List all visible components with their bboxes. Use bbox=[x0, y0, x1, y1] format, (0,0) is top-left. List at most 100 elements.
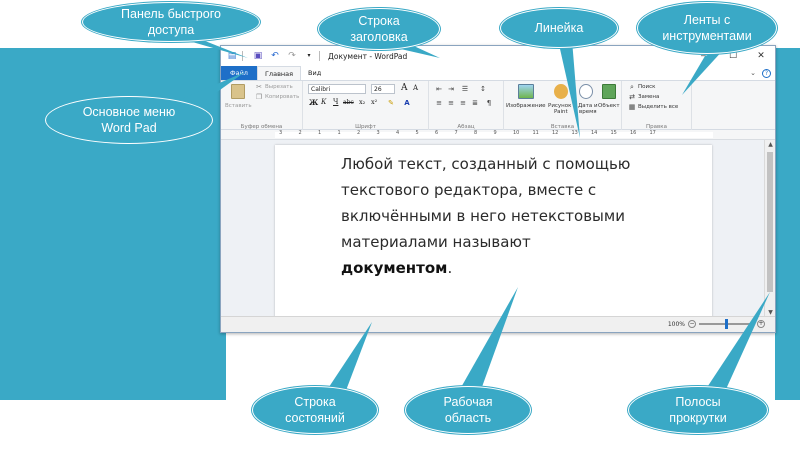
document-line: текстового редактора, вместе с bbox=[341, 181, 597, 199]
replace-button[interactable]: Замена bbox=[638, 94, 659, 100]
justify-icon[interactable]: ≣ bbox=[471, 99, 479, 107]
bold-word: документом bbox=[341, 259, 448, 277]
close-button[interactable]: ✕ bbox=[747, 46, 775, 66]
align-left-icon[interactable]: ≡ bbox=[435, 99, 443, 107]
teal-background-right bbox=[775, 48, 800, 400]
callout-ruler: Линейка bbox=[500, 8, 618, 48]
vertical-scrollbar[interactable]: ▲ ▼ bbox=[764, 140, 775, 318]
ruler-number: 6 bbox=[435, 130, 439, 136]
zoom-control: 100% − + bbox=[667, 319, 765, 329]
customize-quick-access-icon[interactable]: ▾ bbox=[303, 50, 315, 62]
copy-icon[interactable]: ❐ bbox=[255, 93, 263, 101]
replace-icon[interactable]: ⇄ bbox=[628, 93, 636, 101]
strikethrough-button[interactable]: abc bbox=[343, 99, 354, 106]
scroll-up-icon[interactable]: ▲ bbox=[765, 140, 775, 150]
line-spacing-icon[interactable]: ↕ bbox=[479, 85, 487, 93]
paint-drawing-sub: Paint bbox=[554, 109, 568, 115]
document-page[interactable]: Любой текст, созданный с помощью текстов… bbox=[275, 145, 712, 325]
copy-button[interactable]: Копировать bbox=[265, 94, 299, 100]
undo-icon[interactable]: ↶ bbox=[269, 50, 281, 62]
subscript-button[interactable]: x₂ bbox=[359, 98, 365, 106]
superscript-button[interactable]: x² bbox=[371, 98, 377, 106]
select-all-icon[interactable]: ▦ bbox=[628, 103, 636, 111]
tab-bar-right: ⌄ ? bbox=[750, 66, 775, 80]
redo-icon[interactable]: ↷ bbox=[286, 50, 298, 62]
ruler-number: 3 bbox=[376, 130, 380, 136]
ruler-number: 13 bbox=[571, 130, 578, 136]
collapse-ribbon-icon[interactable]: ⌄ bbox=[750, 69, 756, 77]
underline-button[interactable]: Ч bbox=[333, 98, 338, 106]
zoom-in-button[interactable]: + bbox=[757, 320, 765, 328]
zoom-slider[interactable] bbox=[699, 319, 754, 329]
callout-scrollbars: Полосы прокрутки bbox=[628, 386, 768, 434]
ruler-number: 17 bbox=[649, 130, 656, 136]
tab-file[interactable]: Файл bbox=[221, 66, 257, 80]
app-icon: ▤ bbox=[227, 50, 237, 61]
font-group: Calibri 26 A A Ж К Ч abc x₂ x² ✎ A Шрифт bbox=[303, 81, 429, 131]
ruler-number: 4 bbox=[396, 130, 400, 136]
datetime-sub: время bbox=[579, 109, 597, 115]
ruler-number: 1 bbox=[318, 130, 322, 136]
ruler-number: 12 bbox=[552, 130, 559, 136]
grow-font-button[interactable]: A bbox=[401, 83, 408, 93]
callout-main-menu: Основное меню Word Pad bbox=[45, 96, 213, 144]
callout-status-bar: Строка состояний bbox=[252, 386, 378, 434]
save-icon[interactable]: ▣ bbox=[252, 50, 264, 62]
tab-view[interactable]: Вид bbox=[301, 66, 328, 80]
align-center-icon[interactable]: ≡ bbox=[447, 99, 455, 107]
shrink-font-button[interactable]: A bbox=[413, 84, 418, 92]
cut-icon[interactable]: ✂ bbox=[255, 83, 263, 91]
ruler-number: 9 bbox=[493, 130, 497, 136]
editing-group: ⌕ Поиск ⇄ Замена ▦ Выделить все Правка bbox=[622, 81, 692, 131]
select-all-button[interactable]: Выделить все bbox=[638, 104, 678, 110]
callout-work-area: Рабочая область bbox=[405, 386, 531, 434]
object-button[interactable]: Объект bbox=[598, 103, 620, 109]
datetime-icon[interactable] bbox=[579, 84, 593, 99]
font-family-select[interactable]: Calibri bbox=[308, 84, 366, 94]
ruler-number: 2 bbox=[298, 130, 302, 136]
find-icon[interactable]: ⌕ bbox=[628, 83, 636, 91]
ruler-number: 8 bbox=[474, 130, 478, 136]
increase-indent-icon[interactable]: ⇥ bbox=[447, 85, 455, 93]
ruler[interactable]: 3 2 1 1 2 3 4 5 6 7 8 9 10 11 12 13 14 15 16 17 bbox=[221, 130, 775, 140]
zoom-out-button[interactable]: − bbox=[688, 320, 696, 328]
object-icon[interactable] bbox=[602, 84, 616, 99]
paragraph-group: ⇤ ⇥ ☰ ↕ ≡ ≡ ≡ ≣ ¶ Абзац bbox=[429, 81, 504, 131]
zoom-level: 100% bbox=[667, 320, 685, 328]
period: . bbox=[447, 259, 453, 277]
paste-icon[interactable] bbox=[231, 84, 245, 99]
align-right-icon[interactable]: ≡ bbox=[459, 99, 467, 107]
ruler-number: 1 bbox=[337, 130, 341, 136]
ruler-number: 2 bbox=[357, 130, 361, 136]
ruler-number: 5 bbox=[415, 130, 419, 136]
callout-quick-access: Панель быстрого доступа bbox=[82, 2, 260, 42]
italic-button[interactable]: К bbox=[321, 98, 326, 106]
highlight-icon[interactable]: ✎ bbox=[387, 99, 395, 107]
zoom-slider-knob[interactable] bbox=[725, 319, 728, 329]
tab-home[interactable]: Главная bbox=[256, 66, 302, 80]
insert-group: Изображение Рисунок Paint Дата и время О… bbox=[504, 81, 622, 131]
bullets-icon[interactable]: ☰ bbox=[461, 85, 469, 93]
ruler-number: 15 bbox=[610, 130, 617, 136]
font-size-select[interactable]: 26 bbox=[371, 84, 395, 94]
paste-button[interactable]: Вставить bbox=[225, 103, 252, 109]
work-area[interactable]: Любой текст, созданный с помощью текстов… bbox=[221, 140, 766, 325]
document-line: материалами называют bbox=[341, 233, 531, 251]
font-color-icon[interactable]: A bbox=[403, 99, 411, 107]
quick-access-separator bbox=[242, 51, 243, 61]
image-button[interactable]: Изображение bbox=[506, 103, 546, 109]
image-icon[interactable] bbox=[518, 84, 534, 99]
help-icon[interactable]: ? bbox=[762, 68, 771, 78]
paragraph-settings-icon[interactable]: ¶ bbox=[485, 99, 493, 107]
paint-drawing-icon[interactable] bbox=[554, 84, 568, 99]
decrease-indent-icon[interactable]: ⇤ bbox=[435, 85, 443, 93]
find-button[interactable]: Поиск bbox=[638, 84, 655, 90]
scroll-thumb[interactable] bbox=[767, 152, 773, 292]
cut-button[interactable]: Вырезать bbox=[265, 84, 293, 90]
ruler-number: 7 bbox=[454, 130, 458, 136]
bold-button[interactable]: Ж bbox=[309, 98, 318, 107]
ruler-number: 3 bbox=[279, 130, 283, 136]
document-text[interactable]: Любой текст, созданный с помощью текстов… bbox=[341, 151, 661, 281]
document-line: Любой текст, созданный с помощью bbox=[341, 155, 631, 173]
ruler-number: 10 bbox=[513, 130, 520, 136]
